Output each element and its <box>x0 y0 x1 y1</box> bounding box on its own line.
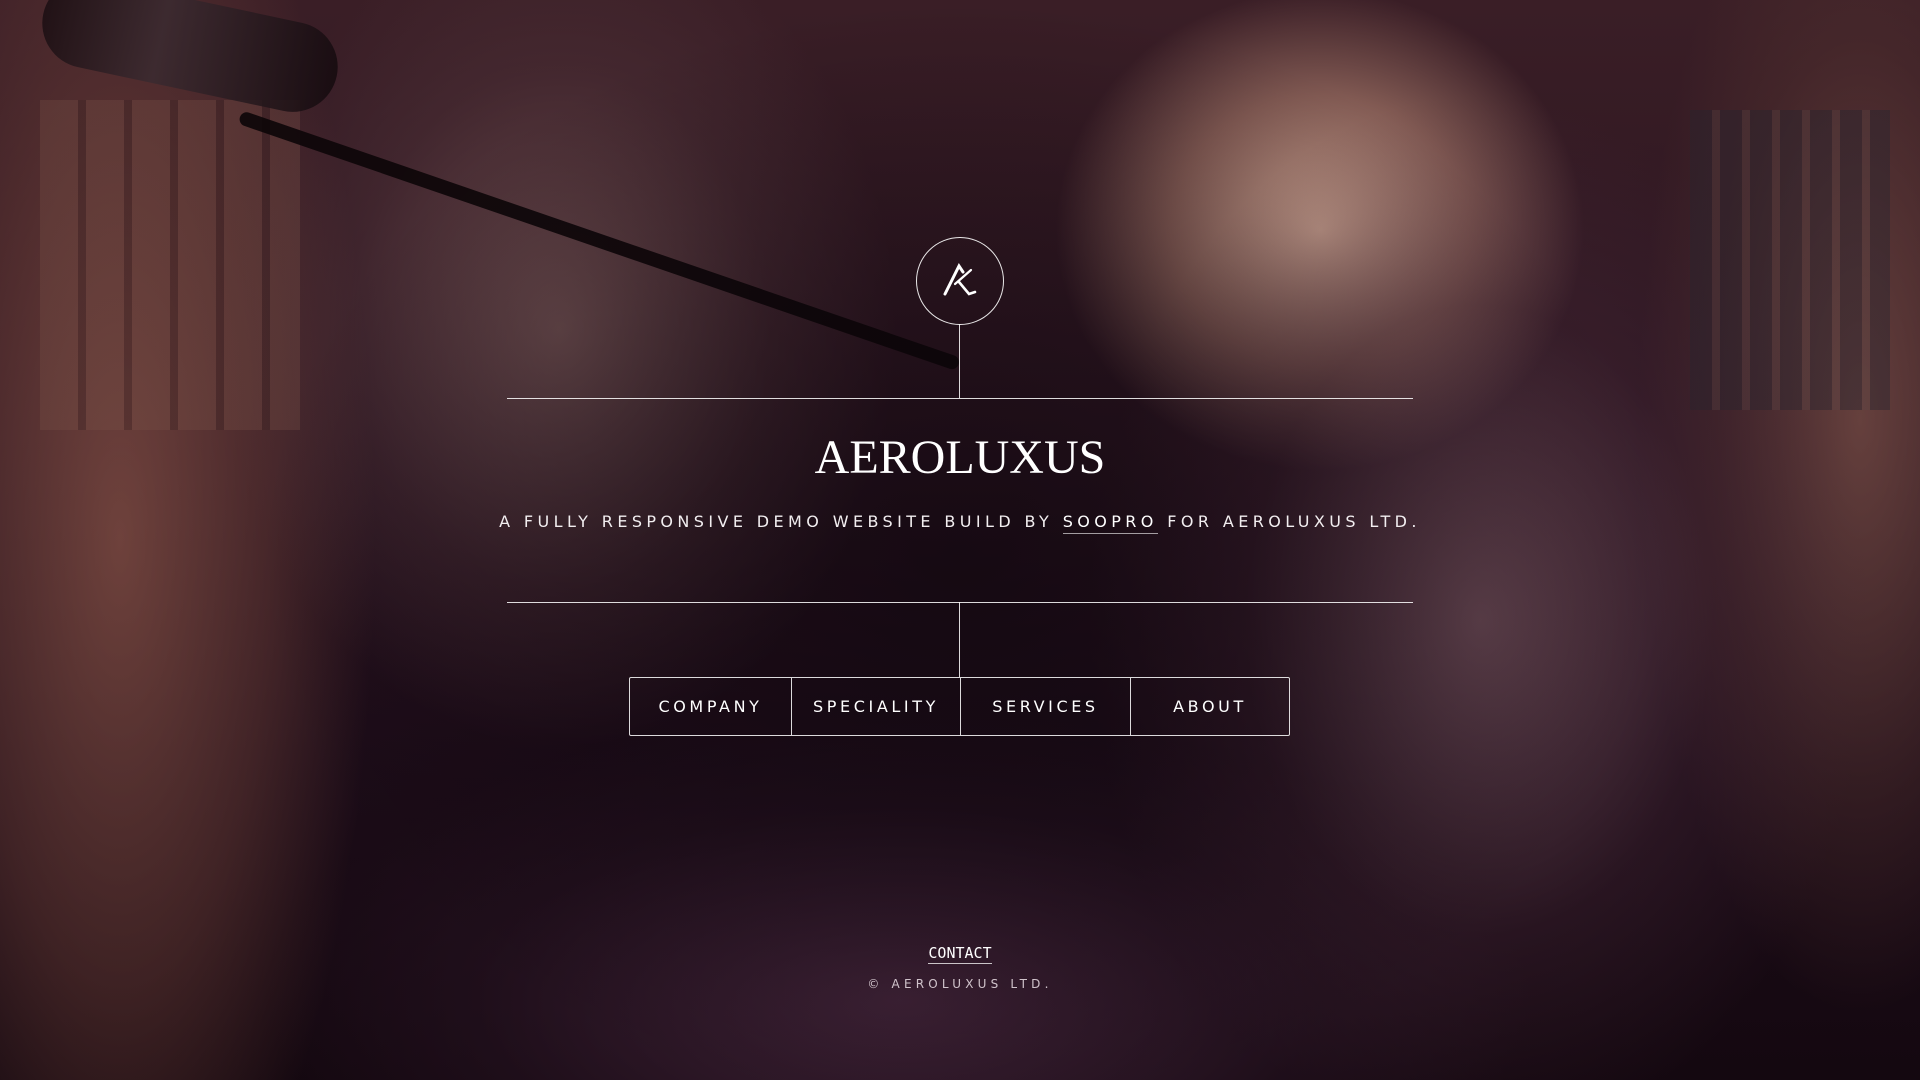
ak-monogram-icon <box>943 263 977 296</box>
copyright-text: © AEROLUXUS LTD. <box>867 977 1053 991</box>
nav-company[interactable]: COMPANY <box>630 678 791 735</box>
logo-link[interactable] <box>916 237 1004 325</box>
connector-line-top <box>959 324 960 398</box>
tagline-suffix: FOR AEROLUXUS LTD. <box>1157 512 1421 531</box>
brand-title: AEROLUXUS <box>814 431 1106 484</box>
connector-line-bottom <box>959 602 960 677</box>
footer-contact: CONTACT <box>0 943 1920 964</box>
divider-top <box>507 398 1413 399</box>
main-nav: COMPANY SPECIALITY SERVICES ABOUT <box>629 677 1290 736</box>
tagline-prefix: A FULLY RESPONSIVE DEMO WEBSITE BUILD BY <box>499 512 1063 531</box>
nav-services[interactable]: SERVICES <box>960 678 1130 735</box>
tagline: A FULLY RESPONSIVE DEMO WEBSITE BUILD BY… <box>0 508 1920 536</box>
soopro-link[interactable]: SOOPRO <box>1062 512 1158 534</box>
nav-about[interactable]: ABOUT <box>1130 678 1289 735</box>
landing-page: AEROLUXUS A FULLY RESPONSIVE DEMO WEBSIT… <box>0 0 1920 1080</box>
nav-speciality[interactable]: SPECIALITY <box>791 678 960 735</box>
contact-link[interactable]: CONTACT <box>928 944 992 964</box>
divider-bottom <box>507 602 1413 603</box>
background-photo <box>0 0 1920 1080</box>
